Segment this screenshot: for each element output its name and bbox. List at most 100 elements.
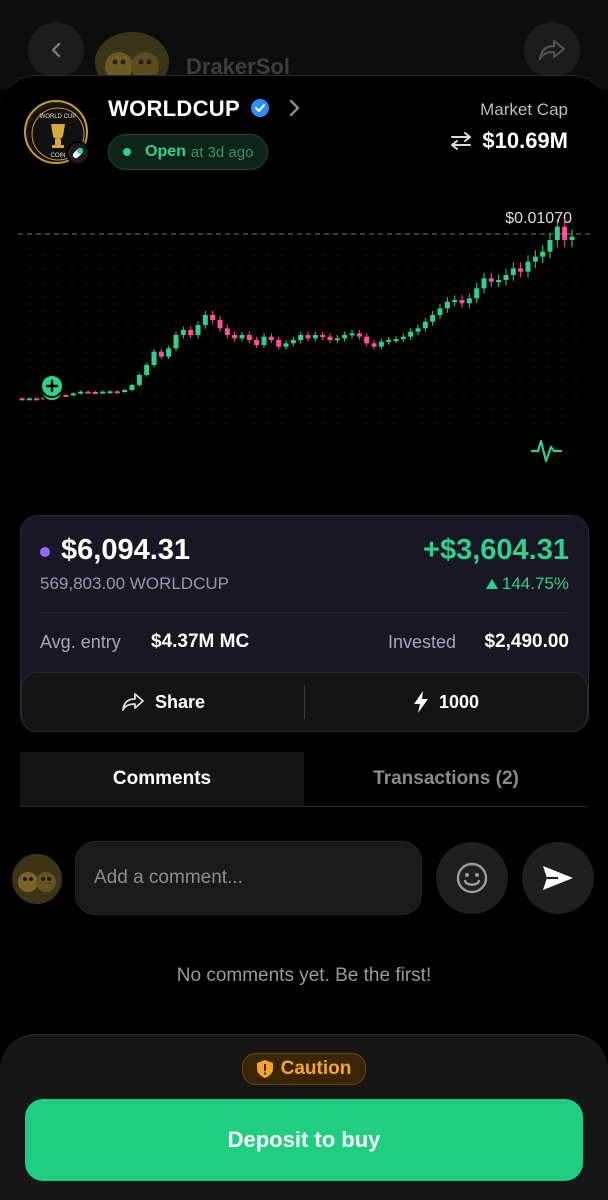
candle-body [290,340,296,344]
boost-button[interactable]: 1000 [305,673,587,731]
status-label: Open [145,143,186,160]
grid-dot [71,282,73,284]
grid-dot [127,394,129,396]
share-button[interactable]: Share [22,673,304,731]
grid-dot [239,338,241,340]
grid-dot [57,338,59,340]
grid-dot [463,324,465,326]
grid-dot [533,338,535,340]
grid-dot [169,394,171,396]
grid-dot [197,408,199,410]
grid-dot [533,366,535,368]
grid-dot [323,296,325,298]
grid-dot [155,408,157,410]
grid-dot [267,408,269,410]
grid-dot [365,394,367,396]
candle-body [444,301,450,309]
grid-dot [253,380,255,382]
candle-body [70,393,76,396]
grid-dot [575,380,577,382]
grid-dot [393,310,395,312]
position-pnl: +$3,604.31 [423,534,569,566]
caution-badge[interactable]: Caution [242,1053,366,1085]
grid-dot [29,282,31,284]
grid-dot [211,394,213,396]
candle-body [78,391,84,394]
grid-dot [225,310,227,312]
grid-dot [379,282,381,284]
grid-dot [547,296,549,298]
grid-dot [337,408,339,410]
candle-body [305,335,311,339]
grid-dot [239,268,241,270]
grid-dot [561,408,563,410]
grid-dot [351,282,353,284]
comment-input[interactable] [75,841,422,915]
deposit-button[interactable]: Deposit to buy [25,1099,583,1181]
grid-dot [99,394,101,396]
tab-comments[interactable]: Comments [20,752,304,806]
grid-dot [407,366,409,368]
grid-dot [407,268,409,270]
token-name[interactable]: WORLDCUP [108,96,240,122]
grid-dot [99,296,101,298]
boost-value: 1000 [438,691,480,712]
grid-dot [477,352,479,354]
candle-body [415,328,421,332]
grid-dot [407,282,409,284]
grid-dot [407,394,409,396]
grid-dot [225,422,227,424]
grid-dot [197,422,199,424]
grid-dot [211,282,213,284]
grid-dot [449,366,451,368]
grid-dot [239,324,241,326]
back-button[interactable] [28,22,84,78]
send-icon [543,866,573,890]
grid-dot [169,380,171,382]
grid-dot [281,366,283,368]
grid-dot [141,366,143,368]
grid-dot [267,380,269,382]
grid-dot [57,352,59,354]
grid-dot [253,268,255,270]
chevron-right-icon[interactable] [284,98,304,118]
grid-dot [337,282,339,284]
grid-dot [57,282,59,284]
grid-dot [323,254,325,256]
grid-dot [491,310,493,312]
grid-dot [141,310,143,312]
grid-dot [505,380,507,382]
grid-dot [575,310,577,312]
emoji-button[interactable] [436,842,508,914]
grid-dot [57,310,59,312]
tab-transactions[interactable]: Transactions (2) [304,752,588,806]
grid-dot [491,408,493,410]
grid-dot [295,394,297,396]
price-chart[interactable]: $0.01070 [0,195,608,485]
candle-body [217,320,223,329]
smiley-icon [456,862,488,894]
grid-dot [169,296,171,298]
candle-body [239,335,245,339]
grid-dot [505,422,507,424]
grid-dot [337,268,339,270]
grid-dot [547,310,549,312]
shield-warning-icon [256,1060,273,1078]
share-header-button[interactable] [524,22,580,78]
grid-dot [253,422,255,424]
candle-body [393,339,399,342]
grid-dot [183,282,185,284]
grid-dot [421,338,423,340]
market-cap[interactable]: $10.69M [448,128,568,154]
position-card: $6,094.31 569,803.00 WORLDCUP +$3,604.31… [20,515,589,732]
grid-dot [183,338,185,340]
grid-dot [463,254,465,256]
grid-dot [351,422,353,424]
candle-body [488,278,494,282]
grid-dot [85,282,87,284]
grid-dot [365,310,367,312]
send-button[interactable] [522,842,594,914]
grid-dot [99,282,101,284]
grid-dot [379,310,381,312]
grid-dot [323,338,325,340]
